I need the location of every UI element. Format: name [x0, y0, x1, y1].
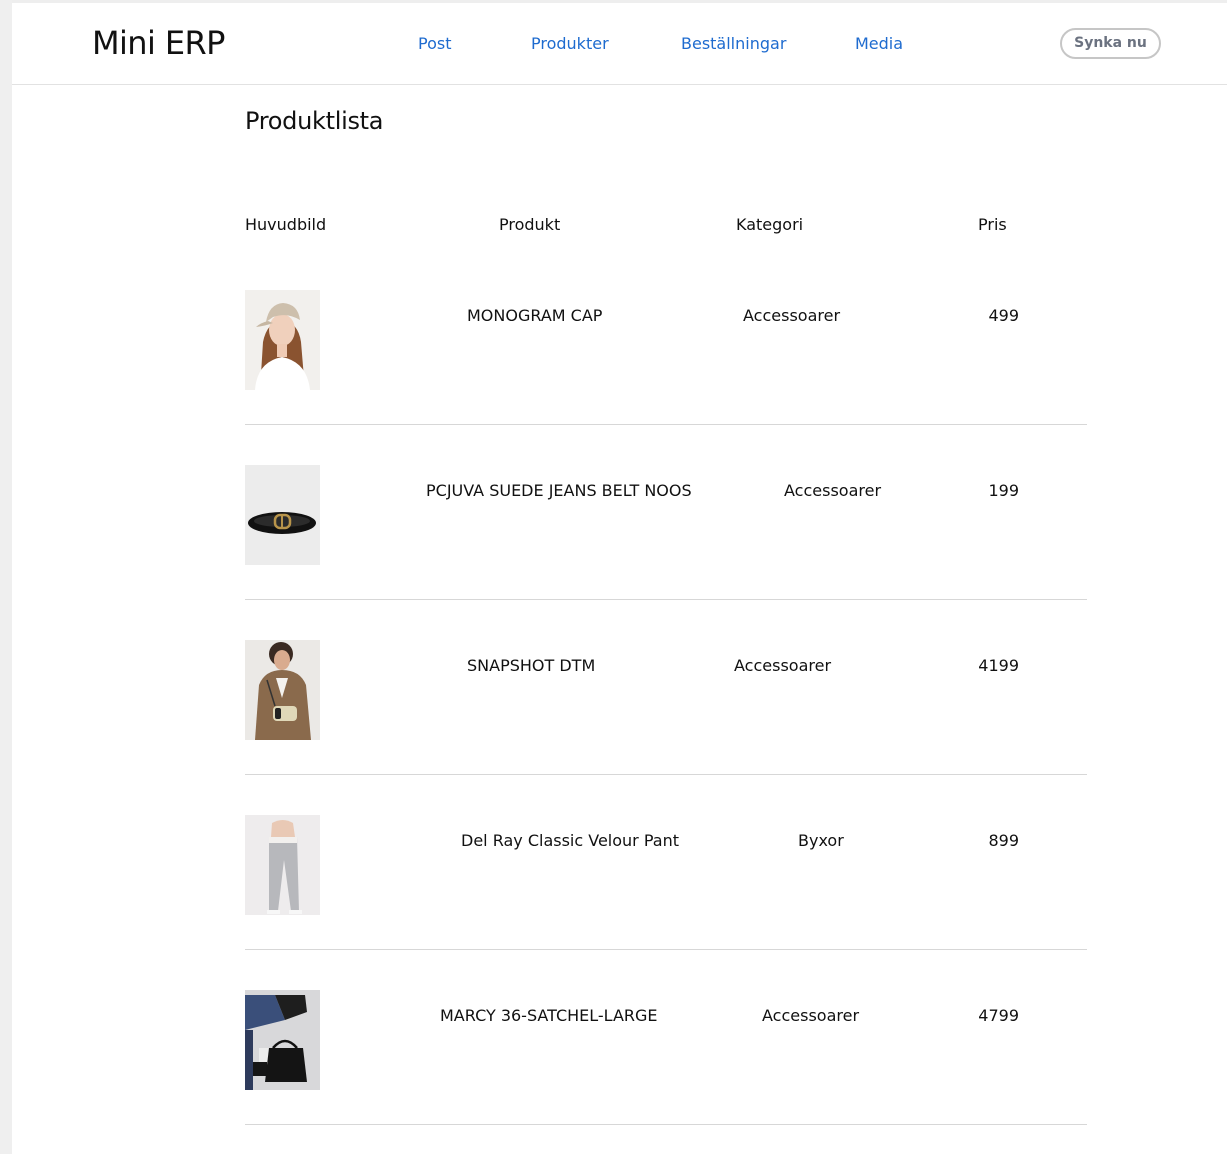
column-header-product: Produkt [499, 215, 561, 234]
column-header-image: Huvudbild [245, 215, 327, 234]
page: Mini ERP Post Produkter Beställningar Me… [12, 0, 1227, 1154]
product-category: Accessoarer [762, 1006, 860, 1025]
product-category: Byxor [798, 831, 844, 850]
product-category: Accessoarer [743, 306, 841, 325]
product-category: Accessoarer [784, 481, 882, 500]
camera-bag-photo-icon[interactable] [245, 640, 320, 740]
satchel-bag-photo-icon[interactable] [245, 990, 320, 1090]
nav-link-post[interactable]: Post [418, 34, 451, 54]
product-price: 4799 [978, 1006, 1019, 1025]
product-category: Accessoarer [734, 656, 832, 675]
belt-photo-icon[interactable] [245, 465, 320, 565]
sync-button[interactable]: Synka nu [1060, 28, 1161, 59]
product-name: Del Ray Classic Velour Pant [461, 831, 679, 850]
product-name: MONOGRAM CAP [467, 306, 603, 325]
page-title: Produktlista [245, 107, 384, 135]
table-row[interactable]: MONOGRAM CAP Accessoarer 499 [245, 250, 1087, 425]
product-name: PCJUVA SUEDE JEANS BELT NOOS [426, 481, 692, 500]
nav-link-bestallningar[interactable]: Beställningar [681, 34, 786, 54]
product-price: 499 [988, 306, 1019, 325]
product-price: 4199 [978, 656, 1019, 675]
table-row[interactable]: MARCY 36-SATCHEL-LARGE Accessoarer 4799 [245, 950, 1087, 1125]
table-row[interactable]: SNAPSHOT DTM Accessoarer 4199 [245, 600, 1087, 775]
product-name: MARCY 36-SATCHEL-LARGE [440, 1006, 658, 1025]
velour-pant-photo-icon[interactable] [245, 815, 320, 915]
product-name: SNAPSHOT DTM [467, 656, 596, 675]
table-row[interactable]: Del Ray Classic Velour Pant Byxor 899 [245, 775, 1087, 950]
app-header: Mini ERP Post Produkter Beställningar Me… [12, 3, 1227, 85]
column-header-category: Kategori [736, 215, 804, 234]
nav-link-media[interactable]: Media [855, 34, 903, 54]
product-price: 899 [988, 831, 1019, 850]
nav-link-produkter[interactable]: Produkter [531, 34, 609, 54]
woman-cap-photo-icon[interactable] [245, 290, 320, 390]
product-price: 199 [988, 481, 1019, 500]
column-header-price: Pris [978, 215, 1007, 234]
app-title: Mini ERP [92, 24, 225, 62]
table-row[interactable]: PCJUVA SUEDE JEANS BELT NOOS Accessoarer… [245, 425, 1087, 600]
